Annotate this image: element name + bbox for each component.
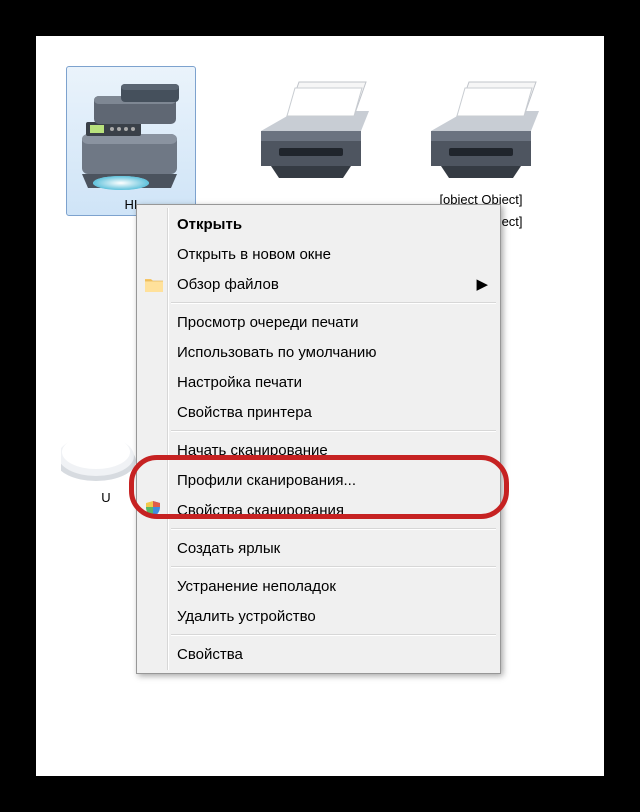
menu-item-label: Настройка печати (177, 374, 302, 391)
menu-item-troubleshoot[interactable]: Устранение неполадок (139, 571, 498, 601)
menu-item-open[interactable]: Открыть (139, 209, 498, 239)
menu-separator (171, 566, 496, 568)
menu-item-label: Начать сканирование (177, 442, 328, 459)
menu-item-label: Удалить устройство (177, 608, 316, 625)
menu-item-scan-properties[interactable]: Свойства сканирования (139, 495, 498, 525)
folder-icon (144, 274, 164, 294)
mfp-icon (69, 71, 193, 191)
printer-icon (416, 66, 546, 186)
menu-separator (171, 430, 496, 432)
device-mfp-selected[interactable]: HI (66, 66, 196, 216)
menu-item-remove-device[interactable]: Удалить устройство (139, 601, 498, 631)
menu-item-label: Просмотр очереди печати (177, 314, 359, 331)
menu-item-open-new-window[interactable]: Открыть в новом окне (139, 239, 498, 269)
menu-item-create-shortcut[interactable]: Создать ярлык (139, 533, 498, 563)
device-printer-2[interactable] (246, 66, 376, 192)
menu-item-label: Обзор файлов (177, 276, 279, 293)
menu-item-label: Профили сканирования... (177, 472, 356, 489)
menu-separator (171, 634, 496, 636)
menu-item-label: Устранение неполадок (177, 578, 336, 595)
submenu-arrow-icon: ▶ (476, 275, 488, 293)
shield-icon (144, 500, 164, 520)
menu-item-printer-properties[interactable]: Свойства принтера (139, 397, 498, 427)
menu-item-set-default[interactable]: Использовать по умолчанию (139, 337, 498, 367)
printer-icon (246, 66, 376, 186)
printer-context-menu: Открыть Открыть в новом окне Обзор файло… (136, 204, 501, 674)
menu-item-label: Свойства сканирования (177, 502, 344, 519)
menu-item-start-scan[interactable]: Начать сканирование (139, 435, 498, 465)
menu-item-view-queue[interactable]: Просмотр очереди печати (139, 307, 498, 337)
menu-item-label: Использовать по умолчанию (177, 344, 376, 361)
menu-item-label: Создать ярлык (177, 540, 280, 557)
menu-item-label: Свойства (177, 646, 243, 663)
menu-item-label: Открыть в новом окне (177, 246, 331, 263)
menu-separator (171, 528, 496, 530)
menu-item-scan-profiles[interactable]: Профили сканирования... (139, 465, 498, 495)
menu-item-label: Свойства принтера (177, 404, 312, 421)
menu-item-browse-files[interactable]: Обзор файлов ▶ (139, 269, 498, 299)
menu-item-print-setup[interactable]: Настройка печати (139, 367, 498, 397)
devices-and-printers-window: HI (36, 36, 604, 776)
menu-item-label: Открыть (177, 216, 242, 233)
menu-separator (171, 302, 496, 304)
menu-item-properties[interactable]: Свойства (139, 639, 498, 669)
